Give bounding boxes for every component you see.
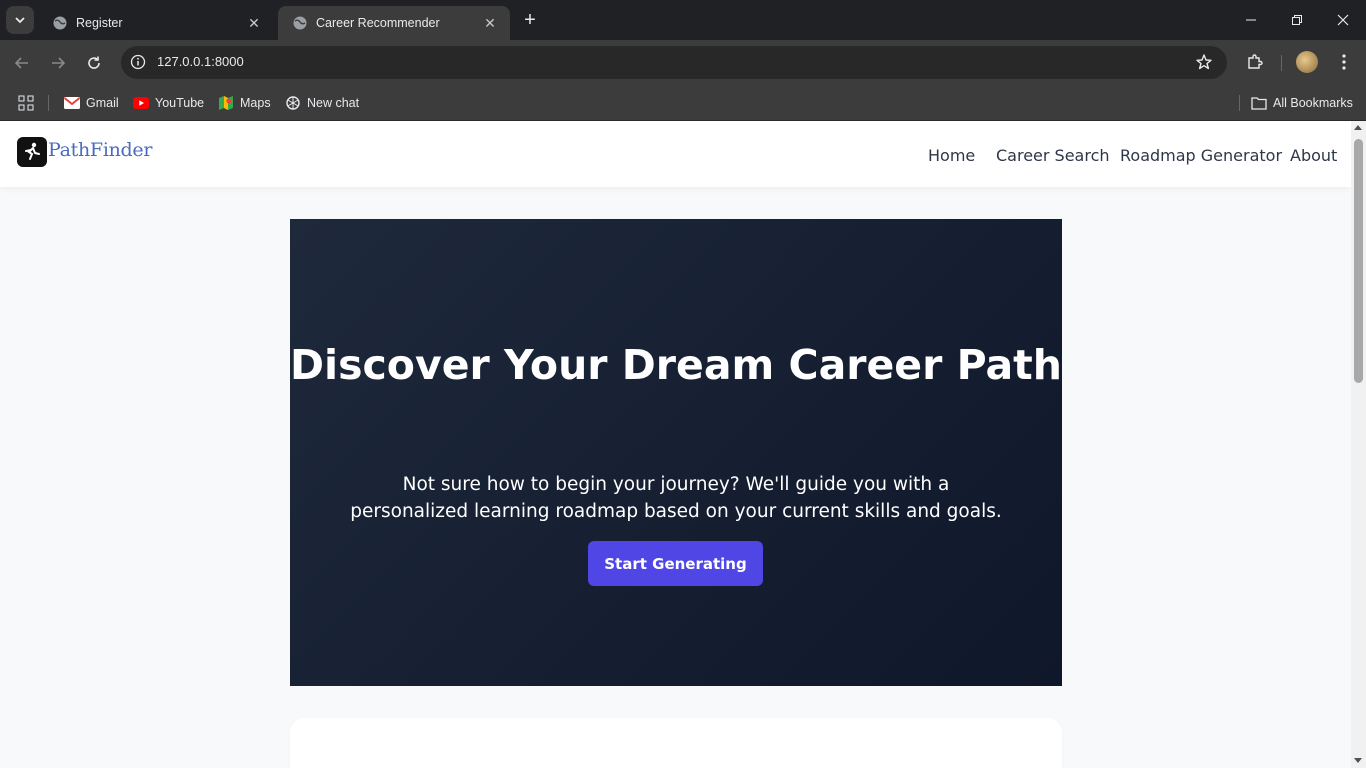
apps-button[interactable] <box>18 93 34 113</box>
maps-icon <box>218 95 234 111</box>
reload-button[interactable] <box>81 50 107 76</box>
browser-toolbar: 127.0.0.1:8000 <box>0 40 1366 85</box>
profile-avatar[interactable] <box>1296 51 1318 73</box>
close-icon <box>1337 14 1349 26</box>
close-icon[interactable]: ✕ <box>482 15 498 31</box>
close-icon[interactable]: ✕ <box>246 15 262 31</box>
toolbar-divider <box>1281 55 1282 71</box>
arrow-right-icon <box>52 57 66 69</box>
close-window-button[interactable] <box>1320 0 1366 40</box>
restore-icon <box>1292 15 1302 25</box>
arrow-left-icon <box>14 57 28 69</box>
tab-strip: Register ✕ Career Recommender ✕ + <box>0 0 1366 40</box>
chatgpt-icon <box>285 95 301 111</box>
globe-icon <box>292 15 308 31</box>
chevron-down-icon <box>15 17 25 24</box>
apps-grid-icon <box>18 95 34 111</box>
tab-search-button[interactable] <box>6 6 34 34</box>
start-generating-button[interactable]: Start Generating <box>588 541 763 586</box>
content-card <box>290 718 1062 768</box>
url-text[interactable]: 127.0.0.1:8000 <box>157 54 244 69</box>
web-page: PathFinder Home Career Search Roadmap Ge… <box>0 121 1351 768</box>
site-navbar: PathFinder Home Career Search Roadmap Ge… <box>0 121 1351 187</box>
bookmark-new-chat[interactable]: New chat <box>285 93 359 113</box>
scroll-down-arrow-icon[interactable] <box>1354 758 1362 763</box>
new-tab-button[interactable]: + <box>520 10 540 30</box>
bookmark-gmail[interactable]: Gmail <box>64 93 119 113</box>
address-bar[interactable]: 127.0.0.1:8000 <box>121 46 1227 79</box>
hero-section: Discover Your Dream Career Path Not sure… <box>290 219 1062 686</box>
page-scrollbar[interactable] <box>1351 121 1366 768</box>
extensions-button[interactable] <box>1243 50 1267 74</box>
minimize-button[interactable] <box>1228 0 1274 40</box>
tab-title: Register <box>76 16 123 30</box>
site-info-icon[interactable] <box>130 54 146 70</box>
bookmark-label: Gmail <box>86 96 119 110</box>
reload-icon <box>88 56 100 69</box>
gmail-icon <box>64 95 80 111</box>
minimize-icon <box>1246 19 1256 21</box>
scroll-up-arrow-icon[interactable] <box>1354 125 1362 130</box>
back-button[interactable] <box>9 50 35 76</box>
brand-name[interactable]: PathFinder <box>48 139 152 161</box>
bookmark-star-icon[interactable] <box>1195 53 1213 71</box>
bookmarks-divider <box>48 95 49 111</box>
nav-about[interactable]: About <box>1290 146 1337 165</box>
bookmark-label: YouTube <box>155 96 205 110</box>
all-bookmarks-button[interactable]: All Bookmarks <box>1251 93 1353 113</box>
nav-career-search[interactable]: Career Search <box>996 146 1110 165</box>
hero-subtitle: Not sure how to begin your journey? We'l… <box>350 474 1002 522</box>
forward-button[interactable] <box>45 50 71 76</box>
nav-roadmap-generator[interactable]: Roadmap Generator <box>1120 146 1282 165</box>
globe-icon <box>52 15 68 31</box>
more-vertical-icon <box>1342 54 1346 70</box>
tab-career-recommender[interactable]: Career Recommender ✕ <box>278 6 510 40</box>
tab-title: Career Recommender <box>316 16 440 30</box>
bookmark-label: Maps <box>240 96 271 110</box>
bookmarks-divider <box>1239 95 1240 111</box>
bookmark-label: New chat <box>307 96 360 110</box>
hero-title: Discover Your Dream Career Path <box>290 341 1062 389</box>
scrollbar-thumb[interactable] <box>1354 139 1363 383</box>
runner-icon <box>25 142 40 160</box>
tab-register[interactable]: Register ✕ <box>38 6 274 40</box>
youtube-icon <box>133 95 149 111</box>
bookmark-maps[interactable]: Maps <box>218 93 271 113</box>
restore-button[interactable] <box>1274 0 1320 40</box>
bookmarks-bar: Gmail YouTube Maps New chat All Bookmark… <box>0 85 1366 121</box>
folder-icon <box>1251 95 1267 111</box>
bookmark-youtube[interactable]: YouTube <box>133 93 204 113</box>
nav-home[interactable]: Home <box>928 146 975 165</box>
menu-button[interactable] <box>1332 50 1356 74</box>
all-bookmarks-label: All Bookmarks <box>1273 96 1353 110</box>
puzzle-icon <box>1248 54 1263 69</box>
logo-icon[interactable] <box>17 137 47 167</box>
